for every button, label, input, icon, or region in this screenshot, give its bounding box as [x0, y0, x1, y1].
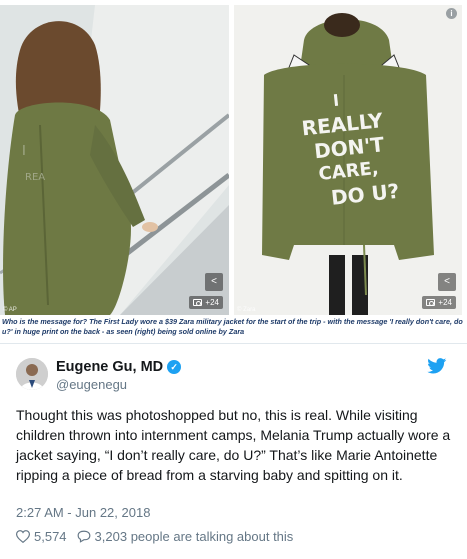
jacket-slogan: I REALLY DON'T CARE, DO U?	[290, 81, 422, 213]
user-handle[interactable]: @eugenegu	[56, 377, 127, 392]
display-name[interactable]: Eugene Gu, MD ✓	[56, 359, 182, 375]
photo-credit: © Zara	[237, 307, 256, 313]
photo-caption: Who is the message for? The First Lady w…	[2, 317, 463, 336]
gallery-badge[interactable]: +24	[189, 296, 223, 309]
share-button[interactable]: <	[205, 273, 223, 291]
photo-collage: I REA © AP < +24 I REALLY DON'T CARE, DO…	[0, 0, 467, 340]
left-photo-illustration: I REA	[0, 5, 229, 315]
info-icon[interactable]: i	[446, 8, 457, 19]
share-icon: <	[444, 276, 450, 287]
camera-icon	[193, 299, 203, 306]
conversation-action[interactable]: 3,203 people are talking about this	[77, 529, 294, 544]
like-action[interactable]: 5,574	[16, 529, 67, 544]
like-count: 5,574	[34, 529, 67, 544]
talking-count: 3,203 people are talking about this	[94, 529, 294, 544]
reply-icon	[77, 530, 90, 543]
tweet-text: Thought this was photoshopped but no, th…	[16, 407, 451, 483]
share-button[interactable]: <	[438, 273, 456, 291]
verified-icon: ✓	[167, 360, 182, 374]
tweet-timestamp[interactable]: 2:27 AM - Jun 22, 2018	[16, 505, 150, 520]
photo-credit: © AP	[3, 307, 17, 313]
gallery-count: +24	[205, 298, 219, 307]
left-photo[interactable]: I REA © AP < +24	[0, 5, 229, 315]
gallery-count: +24	[438, 298, 452, 307]
camera-icon	[426, 299, 436, 306]
svg-text:REA: REA	[25, 172, 45, 183]
twitter-bird-icon[interactable]	[427, 358, 447, 374]
heart-icon	[16, 530, 30, 543]
avatar[interactable]	[16, 358, 48, 390]
tweet-card[interactable]: Eugene Gu, MD ✓ @eugenegu Thought this w…	[0, 343, 467, 559]
avatar-image	[16, 358, 48, 390]
svg-text:I: I	[22, 144, 26, 159]
right-photo[interactable]: I REALLY DON'T CARE, DO U? i © Zara < +2…	[234, 5, 462, 315]
tweet-actions: 5,574 3,203 people are talking about thi…	[16, 529, 293, 544]
gallery-badge[interactable]: +24	[422, 296, 456, 309]
share-icon: <	[211, 276, 217, 287]
display-name-text: Eugene Gu, MD	[56, 359, 164, 375]
